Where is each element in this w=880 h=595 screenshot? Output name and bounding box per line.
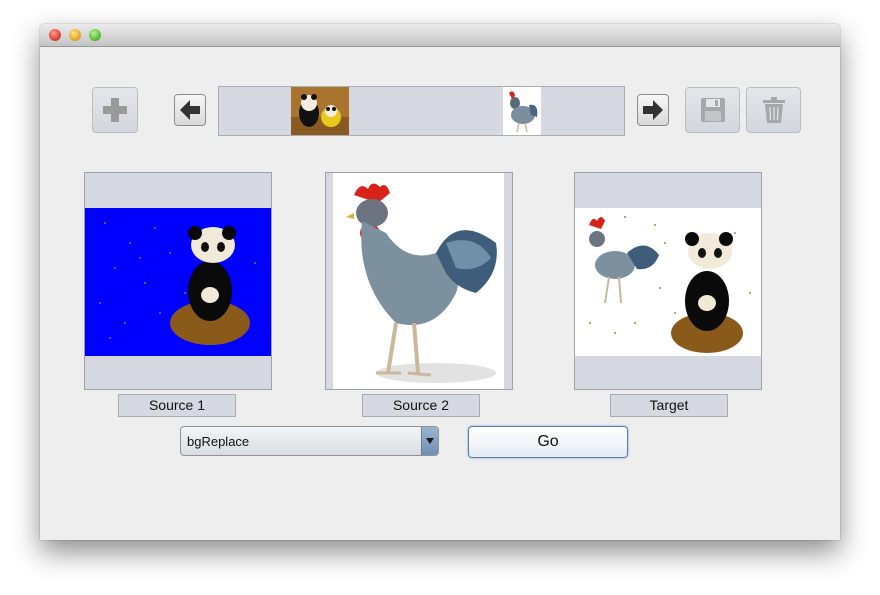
- source1-image: [85, 208, 271, 356]
- close-window-button[interactable]: [49, 29, 61, 41]
- add-button[interactable]: [92, 87, 138, 133]
- thumbnail-panda[interactable]: [291, 87, 349, 135]
- target-label: Target: [610, 394, 728, 417]
- zoom-window-button[interactable]: [89, 29, 101, 41]
- chevron-down-icon[interactable]: [421, 427, 438, 455]
- source2-image: [333, 173, 504, 389]
- arrow-right-icon: [643, 100, 663, 120]
- rooster-thumbnail-image: [503, 87, 541, 135]
- title-bar: [40, 24, 840, 47]
- minimize-window-button[interactable]: [69, 29, 81, 41]
- source2-panel[interactable]: [325, 172, 513, 390]
- go-button[interactable]: Go: [468, 426, 628, 458]
- source1-label: Source 1: [118, 394, 236, 417]
- operation-select-value: bgReplace: [187, 434, 250, 449]
- trash-icon: [762, 97, 785, 123]
- save-button[interactable]: [685, 87, 740, 133]
- image-strip[interactable]: [218, 86, 625, 136]
- delete-button[interactable]: [746, 87, 801, 133]
- arrow-left-icon: [180, 100, 200, 120]
- target-image: [575, 208, 761, 356]
- floppy-disk-icon: [700, 98, 725, 122]
- source2-label: Source 2: [362, 394, 480, 417]
- next-button[interactable]: [637, 94, 669, 126]
- app-window: Source 1 Source 2 Target bgReplace Go: [40, 24, 840, 540]
- thumbnail-rooster[interactable]: [503, 87, 541, 135]
- panda-thumbnail-image: [291, 87, 349, 135]
- target-panel[interactable]: [574, 172, 762, 390]
- plus-icon: [103, 98, 127, 122]
- source1-panel[interactable]: [84, 172, 272, 390]
- previous-button[interactable]: [174, 94, 206, 126]
- operation-select[interactable]: bgReplace: [180, 426, 439, 456]
